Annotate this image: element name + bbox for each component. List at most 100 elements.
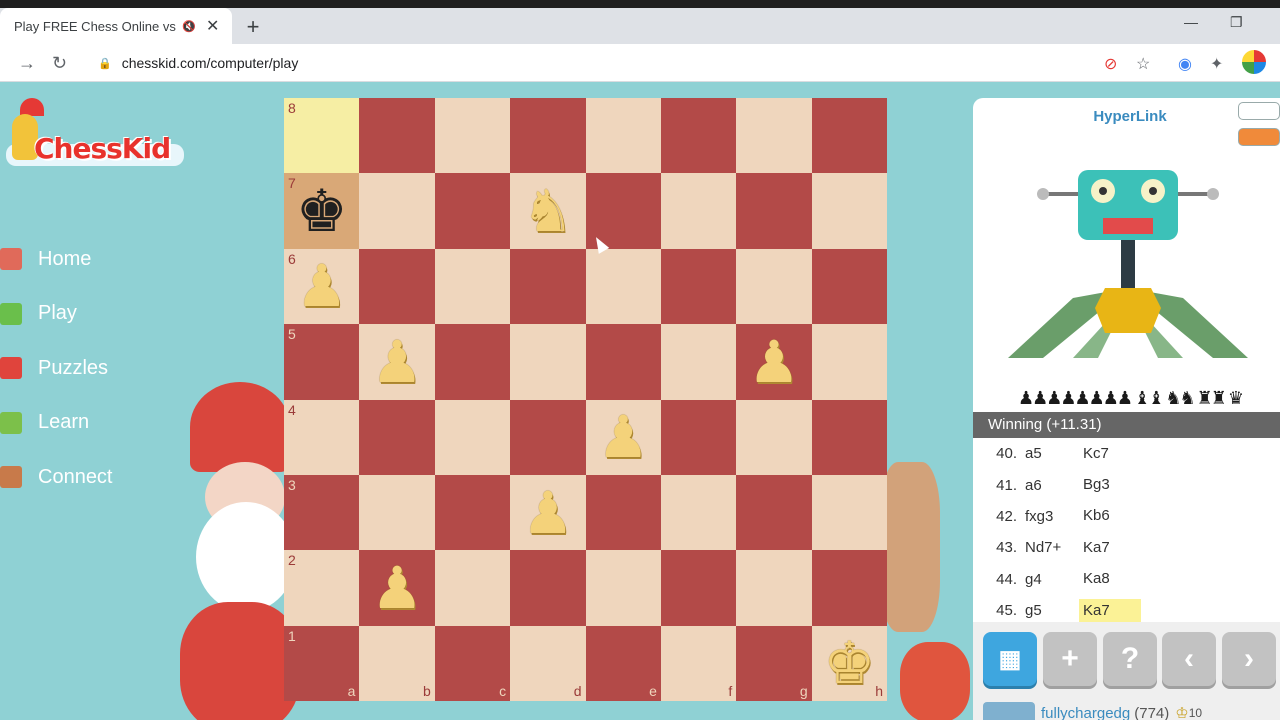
square-h7[interactable] (811, 173, 887, 249)
forward-icon[interactable]: → (18, 53, 36, 74)
square-h5[interactable] (811, 324, 887, 400)
white-move[interactable]: a6 (1021, 477, 1083, 494)
square-f3[interactable] (660, 474, 737, 551)
white-piece-h1[interactable]: ♚ (823, 634, 875, 692)
square-d8[interactable] (510, 98, 586, 174)
square-h8[interactable] (811, 98, 887, 174)
white-move[interactable]: g5 (1021, 602, 1083, 619)
black-move[interactable]: Ka7 (1079, 536, 1141, 560)
square-c3[interactable] (434, 474, 511, 551)
square-f7[interactable] (660, 173, 737, 249)
square-a4[interactable]: 4 (284, 399, 360, 475)
close-tab-icon[interactable]: ✕ (206, 16, 219, 36)
white-move[interactable]: fxg3 (1021, 508, 1083, 525)
black-move[interactable]: Kc7 (1079, 442, 1141, 466)
bookmark-star-icon[interactable]: ☆ (1136, 54, 1150, 74)
square-g7[interactable] (736, 173, 812, 249)
square-a8[interactable]: 8 (284, 98, 360, 174)
nav-home[interactable]: Home (0, 232, 113, 287)
square-h1[interactable]: h ♚ (811, 625, 887, 701)
square-c6[interactable] (434, 248, 511, 325)
square-f1[interactable]: f (660, 625, 737, 701)
profile-avatar[interactable] (1242, 50, 1266, 74)
white-piece-d3[interactable]: ♟ (522, 484, 574, 542)
square-f8[interactable] (660, 98, 737, 174)
white-move[interactable]: a5 (1021, 445, 1083, 462)
options-folder-button[interactable]: ▦ (983, 632, 1037, 686)
extension-circle-icon[interactable]: ◉ (1178, 54, 1192, 74)
toggle-switch[interactable] (1238, 102, 1280, 120)
square-e4[interactable]: ♟ (585, 399, 661, 475)
nav-learn[interactable]: Learn (0, 396, 113, 451)
square-d4[interactable] (510, 399, 586, 475)
black-move[interactable]: Ka8 (1079, 567, 1141, 591)
square-c1[interactable]: c (434, 625, 511, 701)
square-b5[interactable]: ♟ (359, 324, 435, 400)
square-a1[interactable]: 1a (284, 625, 360, 701)
square-c8[interactable] (434, 98, 511, 174)
square-e2[interactable] (585, 550, 661, 626)
square-f4[interactable] (660, 399, 737, 475)
square-g5[interactable]: ♟ (736, 324, 812, 400)
chesskid-logo[interactable]: ChessKid (6, 96, 184, 176)
reload-icon[interactable]: ↻ (52, 53, 67, 74)
nav-puzzles[interactable]: Puzzles (0, 341, 113, 396)
square-e6[interactable] (585, 248, 661, 325)
url-field[interactable]: 🔒 chesskid.com/computer/play (86, 48, 1176, 78)
square-h3[interactable] (811, 474, 887, 551)
sound-toggle[interactable] (1238, 128, 1280, 146)
square-h2[interactable] (811, 550, 887, 626)
white-piece-b5[interactable]: ♟ (371, 333, 423, 391)
square-g6[interactable] (736, 248, 812, 325)
hint-button[interactable]: ? (1103, 632, 1157, 686)
browser-tab[interactable]: Play FREE Chess Online vs th 🔇 ✕ (0, 8, 232, 44)
square-h4[interactable] (811, 399, 887, 475)
square-b2[interactable]: ♟ (359, 550, 435, 626)
square-g2[interactable] (736, 550, 812, 626)
square-d6[interactable] (510, 248, 586, 325)
square-g1[interactable]: g (736, 625, 812, 701)
move-list[interactable]: 40. a5 Kc7 41. a6 Bg3 42. fxg3 Kb6 43. Nd7+ Ka7 44. g… (973, 438, 1280, 622)
square-d5[interactable] (510, 324, 586, 400)
square-b6[interactable] (359, 248, 435, 325)
white-piece-a6[interactable]: ♟ (296, 257, 348, 315)
square-g3[interactable] (736, 474, 812, 551)
square-c4[interactable] (434, 399, 511, 475)
new-tab-button[interactable]: + (243, 14, 263, 40)
square-f5[interactable] (660, 324, 737, 400)
puzzle-extensions-icon[interactable]: ✦ (1210, 54, 1223, 74)
square-g4[interactable] (736, 399, 812, 475)
nav-connect[interactable]: Connect (0, 450, 113, 505)
square-f2[interactable] (660, 550, 737, 626)
square-e3[interactable] (585, 474, 661, 551)
square-d2[interactable] (510, 550, 586, 626)
minimize-button[interactable]: — (1184, 14, 1198, 30)
square-e8[interactable] (585, 98, 661, 174)
square-b1[interactable]: b (359, 625, 435, 701)
square-a2[interactable]: 2 (284, 550, 360, 626)
square-e1[interactable]: e (585, 625, 661, 701)
username[interactable]: fullychargedg (1041, 705, 1130, 720)
new-game-button[interactable]: + (1043, 632, 1097, 686)
square-b3[interactable] (359, 474, 435, 551)
square-b4[interactable] (359, 399, 435, 475)
square-e5[interactable] (585, 324, 661, 400)
square-d7[interactable]: ♞ (510, 173, 586, 249)
white-piece-b2[interactable]: ♟ (371, 559, 423, 617)
square-d1[interactable]: d (510, 625, 586, 701)
black-move[interactable]: Kb6 (1079, 504, 1141, 528)
forward-button[interactable]: › (1222, 632, 1276, 686)
square-c2[interactable] (434, 550, 511, 626)
square-c7[interactable] (434, 173, 511, 249)
square-g8[interactable] (736, 98, 812, 174)
white-piece-g5[interactable]: ♟ (748, 333, 800, 391)
white-piece-e4[interactable]: ♟ (597, 408, 649, 466)
white-move[interactable]: g4 (1021, 571, 1083, 588)
square-a5[interactable]: 5 (284, 324, 360, 400)
black-move[interactable]: Ka7 (1079, 598, 1141, 622)
square-a3[interactable]: 3 (284, 474, 360, 551)
square-a7[interactable]: 7 ♚ (284, 173, 360, 249)
chess-board[interactable]: 8 7 ♚ ♞ 6 ♟ 5 ♟ ♟ 4 ♟ 3 ♟ 2 ♟ 1 a b c d e f g h ♚ (284, 98, 887, 701)
square-a6[interactable]: 6 ♟ (284, 248, 360, 325)
blocked-icon[interactable]: ⊘ (1104, 54, 1117, 74)
